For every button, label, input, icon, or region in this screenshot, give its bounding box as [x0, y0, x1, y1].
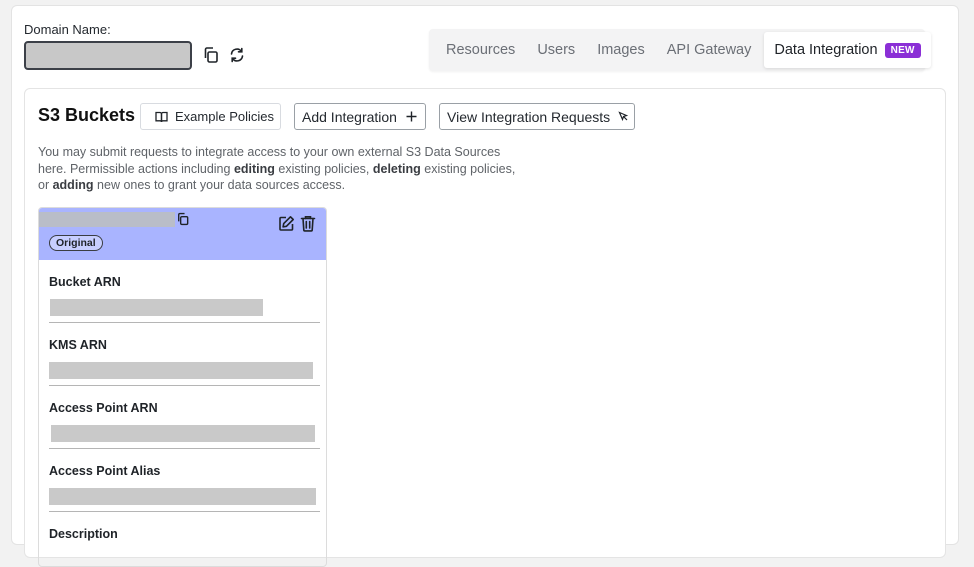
trash-icon[interactable]	[298, 213, 318, 233]
field-label: Bucket ARN	[49, 275, 121, 289]
tab-label: Images	[597, 42, 645, 58]
field-label: Access Point Alias	[49, 464, 161, 478]
field-value-redacted	[49, 362, 313, 379]
description-bold: editing	[233, 161, 275, 176]
description-bold: deleting	[372, 161, 421, 176]
s3-buckets-panel: S3 Buckets Example Policies Add Integrat…	[24, 88, 946, 567]
field-kms-arn: KMS ARN	[49, 338, 320, 386]
tab-images[interactable]: Images	[586, 32, 656, 68]
pointer-icon	[618, 111, 629, 122]
field-value-redacted	[49, 488, 316, 505]
tab-data-integration[interactable]: Data Integration NEW	[764, 32, 931, 68]
field-access-point-arn: Access Point ARN	[49, 401, 320, 449]
bucket-name-redacted	[39, 212, 175, 227]
example-policies-label: Example Policies	[175, 109, 274, 124]
tab-label: Data Integration	[774, 42, 878, 58]
field-bucket-arn: Bucket ARN	[49, 275, 320, 323]
description-text: existing policies,	[274, 161, 373, 176]
field-divider	[49, 385, 320, 386]
field-divider	[49, 322, 320, 323]
plus-icon	[406, 111, 417, 122]
tab-label: Resources	[446, 42, 516, 58]
tab-resources[interactable]: Resources	[435, 32, 526, 68]
tab-api-gateway[interactable]: API Gateway	[656, 32, 763, 68]
domain-name-field[interactable]	[24, 41, 192, 70]
panel-description: You may submit requests to integrate acc…	[38, 144, 528, 194]
add-integration-label: Add Integration	[302, 108, 397, 125]
copy-icon[interactable]	[175, 211, 191, 227]
description-bold: adding	[52, 178, 94, 192]
bucket-card-header: Original	[39, 208, 326, 260]
book-icon	[155, 111, 168, 123]
domain-name-label: Domain Name:	[24, 22, 111, 37]
tab-label: Users	[537, 42, 576, 58]
tab-users[interactable]: Users	[526, 32, 586, 68]
view-integration-requests-label: View Integration Requests	[447, 108, 611, 125]
description-text: new ones to grant your data sources acce…	[93, 178, 346, 192]
field-label: Access Point ARN	[49, 401, 158, 415]
main-tabs: Resources Users Images API Gateway Data …	[429, 29, 931, 71]
original-badge: Original	[49, 235, 103, 251]
field-label: KMS ARN	[49, 338, 107, 352]
view-integration-requests-button[interactable]: View Integration Requests	[439, 103, 635, 130]
new-badge: NEW	[884, 42, 921, 58]
page-container: Domain Name: Resources Users Images API …	[11, 5, 959, 567]
refresh-icon[interactable]	[227, 45, 247, 65]
field-value-redacted	[51, 425, 315, 442]
field-access-point-alias: Access Point Alias	[49, 464, 320, 512]
field-value-redacted	[50, 299, 263, 316]
panel-title: S3 Buckets	[38, 105, 136, 125]
example-policies-button[interactable]: Example Policies	[140, 103, 281, 130]
edit-icon[interactable]	[276, 213, 296, 233]
add-integration-button[interactable]: Add Integration	[294, 103, 426, 130]
field-divider	[49, 448, 320, 449]
bucket-card: Original Bucket ARN KMS ARN Access Point…	[38, 207, 327, 567]
field-divider	[49, 511, 320, 512]
tab-label: API Gateway	[666, 42, 752, 58]
copy-icon[interactable]	[201, 45, 221, 65]
